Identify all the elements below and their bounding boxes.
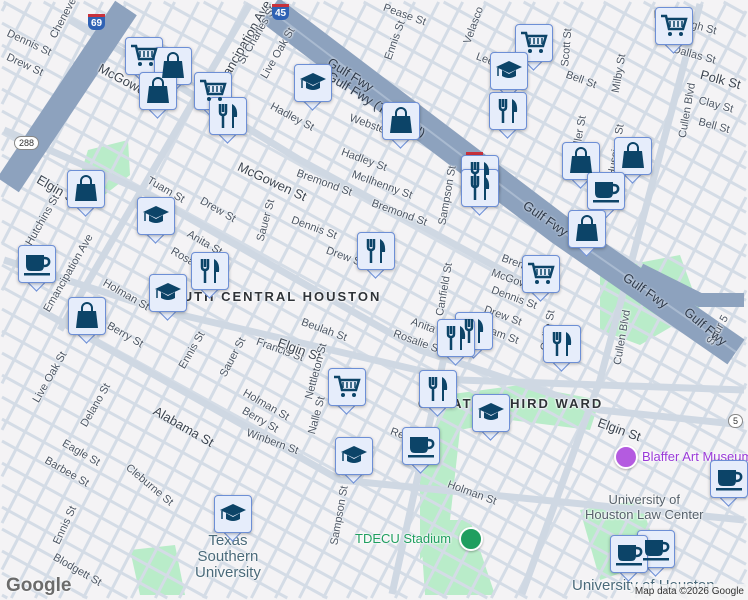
shopping-bag-icon [390,107,412,133]
cafe-icon [408,437,435,458]
cafe-icon [593,182,620,203]
shopping-bag-icon [147,77,169,103]
highway-shield: 45 [272,4,290,20]
marker-school[interactable] [472,394,510,441]
shopping-cart-icon [661,14,688,36]
marker-cafe[interactable] [402,427,440,474]
restaurant-icon [366,239,386,263]
marker-school[interactable] [294,64,332,111]
museum-icon[interactable] [614,445,638,469]
cafe-icon [716,470,743,491]
school-icon [496,61,522,78]
marker-shopping-bag[interactable] [382,102,420,149]
marker-cafe[interactable] [710,460,748,507]
cafe-icon [616,545,643,566]
restaurant-icon [498,99,518,123]
highway-shield: 5 [728,414,744,428]
marker-school[interactable] [214,495,252,542]
marker-shopping-bag[interactable] [568,210,606,257]
marker-cafe[interactable] [18,245,56,292]
restaurant-icon [552,332,572,356]
map-attribution[interactable]: Map data ©2026 Google [630,584,748,600]
highway-shield: 288 [14,136,40,150]
marker-shopping-cart[interactable] [328,368,366,415]
marker-restaurant[interactable] [461,169,499,216]
restaurant-icon [470,176,490,200]
marker-school[interactable] [149,274,187,321]
shopping-cart-icon [334,375,361,397]
place-label[interactable]: University of Houston Law Center [585,492,704,523]
marker-restaurant[interactable] [357,232,395,279]
highway-shield: 69 [88,14,106,30]
marker-cafe[interactable] [610,535,648,582]
map-canvas[interactable]: Dennis St Drew St Chenevert McGowen St Emanc… [0,0,748,600]
shopping-bag-icon [76,302,98,328]
restaurant-icon [218,104,238,128]
shopping-cart-icon [528,262,555,284]
marker-restaurant[interactable] [543,325,581,372]
school-icon [300,73,326,90]
marker-shopping-cart[interactable] [655,7,693,54]
marker-restaurant[interactable] [489,92,527,139]
marker-school[interactable] [335,437,373,484]
marker-restaurant[interactable] [209,97,247,144]
marker-shopping-cart[interactable] [522,255,560,302]
school-icon [143,206,169,223]
cafe-icon [24,255,51,276]
shopping-cart-icon [521,31,548,53]
marker-restaurant[interactable] [191,252,229,299]
stadium-icon[interactable] [459,527,483,551]
marker-shopping-bag[interactable] [67,170,105,217]
school-icon [341,446,367,463]
restaurant-icon [200,259,220,283]
restaurant-icon [446,326,466,350]
shopping-bag-icon [570,147,592,173]
marker-shopping-bag[interactable] [139,72,177,119]
shopping-bag-icon [622,142,644,168]
shopping-bag-icon [75,175,97,201]
restaurant-icon [428,377,448,401]
marker-restaurant[interactable] [437,319,475,366]
marker-restaurant[interactable] [419,370,457,417]
marker-school[interactable] [137,197,175,244]
shopping-bag-icon [576,215,598,241]
school-icon [155,283,181,300]
google-logo: Google [6,575,72,596]
place-label[interactable]: TDECU Stadium [355,532,451,545]
street [0,1,8,12]
marker-shopping-bag[interactable] [68,297,106,344]
cafe-icon [643,540,670,561]
school-icon [478,403,504,420]
school-icon [220,504,246,521]
shopping-cart-icon [131,44,158,66]
